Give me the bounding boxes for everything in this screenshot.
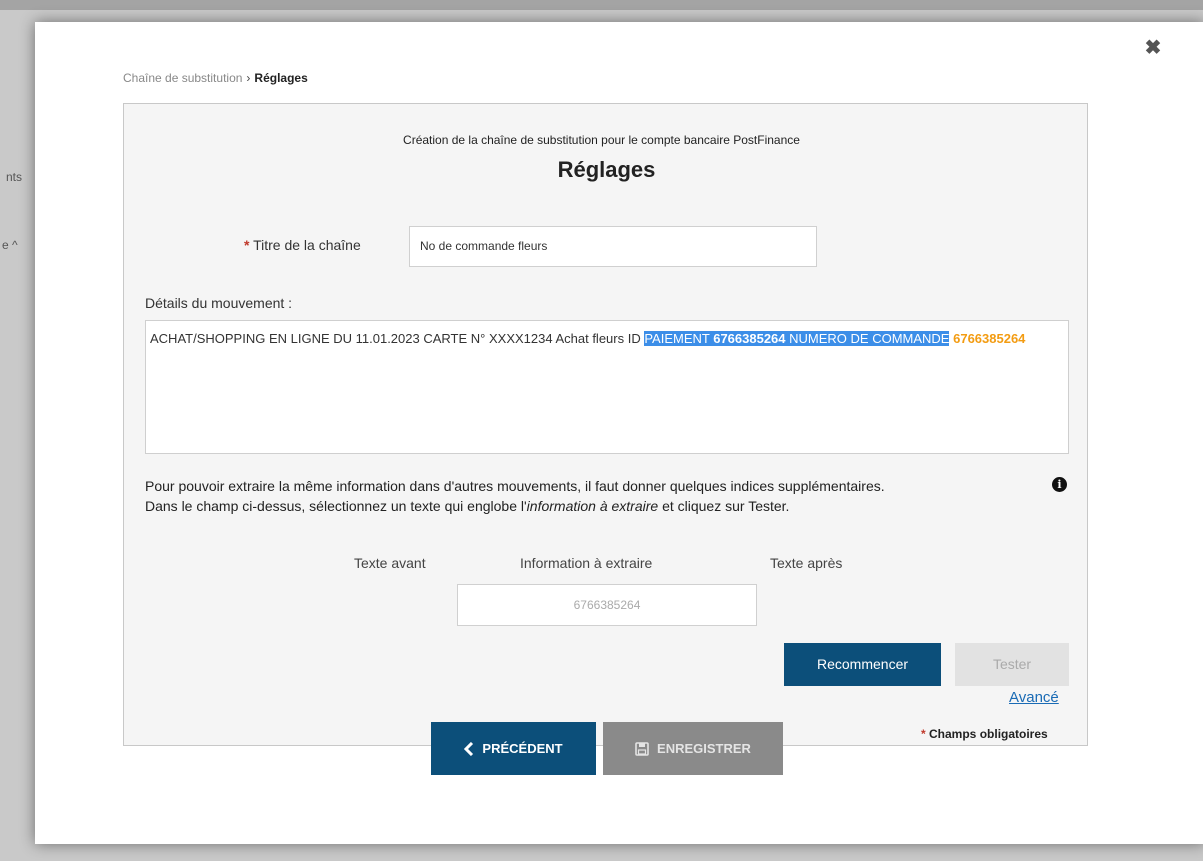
required-marker: * bbox=[244, 237, 250, 253]
instructions-line-1: Pour pouvoir extraire la même informatio… bbox=[145, 478, 885, 494]
info-to-extract-label: Information à extraire bbox=[520, 555, 653, 571]
breadcrumb-current: Réglages bbox=[254, 71, 308, 85]
restart-button[interactable]: Recommencer bbox=[784, 643, 941, 686]
breadcrumb: Chaîne de substitution › Réglages bbox=[123, 71, 308, 85]
text-after-label: Texte après bbox=[770, 555, 843, 571]
page-top-bar bbox=[0, 0, 1203, 10]
instructions-text: Pour pouvoir extraire la même informatio… bbox=[145, 476, 1005, 516]
required-fields-text: Champs obligatoires bbox=[929, 727, 1048, 741]
background-fragment: e ^ bbox=[2, 238, 18, 252]
chain-title-label: * Titre de la chaîne bbox=[244, 237, 361, 253]
instructions-line-2-after: et cliquez sur Tester. bbox=[658, 498, 790, 514]
extracted-info-field[interactable]: 6766385264 bbox=[457, 584, 757, 626]
details-selected-text: PAIEMENT bbox=[644, 331, 714, 346]
advanced-link[interactable]: Avancé bbox=[1009, 689, 1059, 706]
chevron-left-icon bbox=[464, 741, 474, 756]
breadcrumb-parent-link[interactable]: Chaîne de substitution bbox=[123, 71, 242, 85]
chain-title-input[interactable]: No de commande fleurs bbox=[409, 226, 817, 267]
details-selected-text: NUMERO DE COMMANDE bbox=[785, 331, 950, 346]
chain-title-label-text: Titre de la chaîne bbox=[253, 237, 361, 253]
details-plain-text: ACHAT/SHOPPING EN LIGNE DU 11.01.2023 CA… bbox=[150, 331, 645, 346]
previous-button-label: PRÉCÉDENT bbox=[482, 741, 563, 756]
page-subtitle: Création de la chaîne de substitution po… bbox=[403, 133, 800, 147]
info-icon[interactable]: i bbox=[1052, 477, 1067, 492]
instructions-line-2-italic: information à extraire bbox=[526, 498, 659, 514]
save-button[interactable]: ENREGISTRER bbox=[603, 722, 783, 775]
text-before-label: Texte avant bbox=[354, 555, 426, 571]
test-button[interactable]: Tester bbox=[955, 643, 1069, 686]
close-icon[interactable]: ✖ bbox=[1141, 36, 1165, 60]
instructions-line-2: Dans le champ ci-dessus, sélectionnez un… bbox=[145, 496, 1005, 516]
details-selected-value: 6766385264 bbox=[713, 331, 786, 346]
required-marker: * bbox=[921, 727, 926, 741]
details-extracted-value: 6766385264 bbox=[953, 331, 1026, 346]
save-button-label: ENREGISTRER bbox=[657, 741, 751, 756]
required-fields-note: * Champs obligatoires bbox=[921, 727, 1048, 741]
breadcrumb-separator: › bbox=[246, 71, 251, 85]
page-title: Réglages bbox=[557, 157, 656, 182]
previous-button[interactable]: PRÉCÉDENT bbox=[431, 722, 596, 775]
details-label: Détails du mouvement : bbox=[145, 295, 293, 311]
transaction-details-textarea[interactable]: ACHAT/SHOPPING EN LIGNE DU 11.01.2023 CA… bbox=[145, 320, 1069, 454]
instructions-line-2-before: Dans le champ ci-dessus, sélectionnez un… bbox=[145, 498, 527, 514]
floppy-disk-icon bbox=[635, 741, 649, 756]
